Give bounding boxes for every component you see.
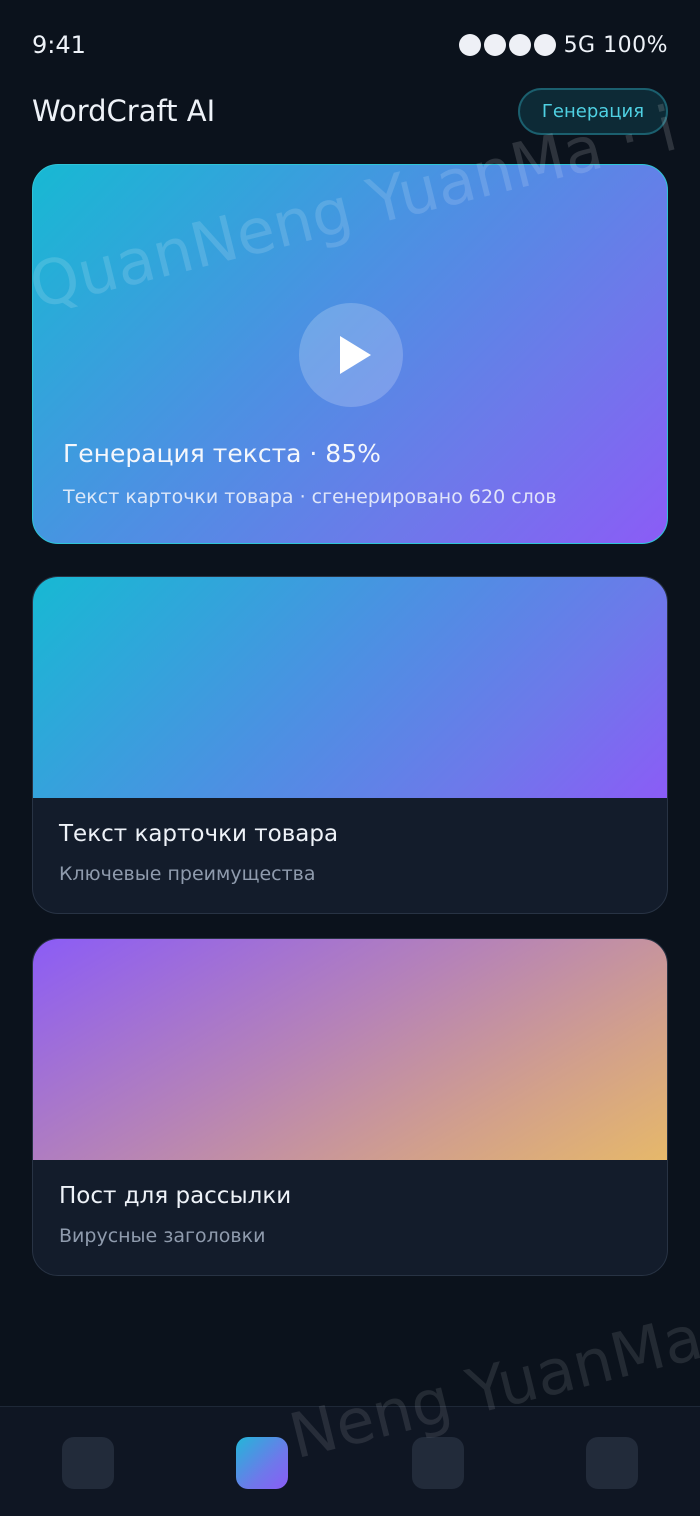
app-title: WordCraft AI	[32, 94, 216, 128]
template-card-product-text[interactable]: Текст карточки товара Ключевые преимущес…	[32, 576, 668, 914]
nav-tab-4-icon[interactable]	[586, 1437, 638, 1489]
card-cover-image	[33, 577, 667, 798]
hero-title: Генерация текста · 85%	[63, 439, 381, 468]
card-cover-image	[33, 939, 667, 1160]
play-icon	[339, 336, 371, 374]
card-title: Пост для рассылки	[59, 1183, 292, 1209]
signal-strength-icon	[458, 34, 556, 56]
app-screen: 9:41 5G 100% WordCraft AI Генерация Гене…	[0, 0, 700, 1516]
play-button[interactable]	[299, 303, 403, 407]
bottom-navigation	[0, 1406, 700, 1516]
hero-generation-card[interactable]: Генерация текста · 85% Текст карточки то…	[32, 164, 668, 544]
card-subtitle: Вирусные заголовки	[59, 1225, 266, 1247]
signal-dot	[458, 34, 481, 56]
card-title: Текст карточки товара	[59, 821, 339, 847]
signal-dot	[483, 34, 506, 56]
status-bar: 9:41 5G 100%	[32, 28, 668, 62]
nav-tab-3-icon[interactable]	[412, 1437, 464, 1489]
signal-dot	[508, 34, 531, 56]
template-card-newsletter-post[interactable]: Пост для рассылки Вирусные заголовки	[32, 938, 668, 1276]
card-subtitle: Ключевые преимущества	[59, 863, 316, 885]
status-indicators: 5G 100%	[458, 32, 668, 58]
hero-subtitle: Текст карточки товара · сгенерировано 62…	[63, 486, 557, 508]
status-time: 9:41	[32, 31, 86, 59]
nav-tab-2-active-icon[interactable]	[236, 1437, 288, 1489]
network-battery-text: 5G 100%	[563, 32, 668, 58]
signal-dot	[533, 34, 556, 56]
nav-tab-1-icon[interactable]	[62, 1437, 114, 1489]
generation-button[interactable]: Генерация	[518, 88, 668, 135]
